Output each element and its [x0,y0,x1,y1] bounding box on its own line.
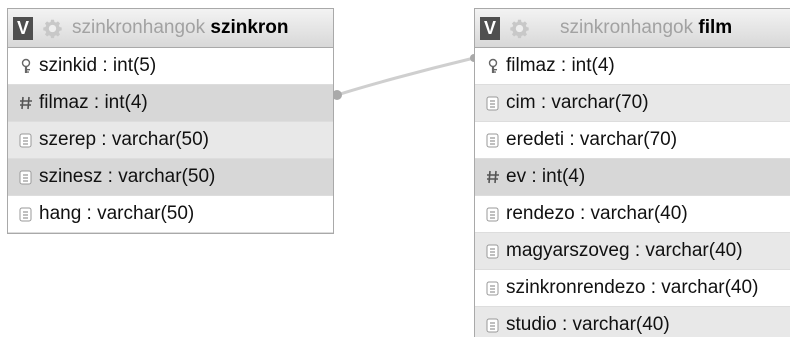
column-row[interactable]: szinkronrendezo : varchar(40) [475,270,790,307]
column-label: szinesz : varchar(50) [39,166,216,187]
table-name: szinkron [210,17,289,38]
column-row[interactable]: filmaz : int(4) [8,85,333,122]
column-row[interactable]: filmaz : int(4) [475,48,790,85]
column-row[interactable]: studio : varchar(40) [475,307,790,337]
text-column-icon [484,206,501,223]
column-row[interactable]: szerep : varchar(50) [8,122,333,159]
column-label: hang : varchar(50) [39,203,195,224]
column-label: rendezo : varchar(40) [506,203,688,224]
column-label: szinkronrendezo : varchar(40) [506,277,759,298]
database-diagram-canvas: V szinkronhangok szinkron szinkid: int(… [0,0,790,337]
text-column-icon [484,317,501,334]
hash-icon [17,95,34,112]
table-szinkron[interactable]: V szinkronhangok szinkron szinkid: int(… [7,8,334,234]
relation-line [336,56,475,97]
gear-icon[interactable] [41,17,64,40]
text-column-icon [484,132,501,149]
column-row[interactable]: rendezo : varchar(40) [475,196,790,233]
column-label: cim : varchar(70) [506,92,649,113]
v-badge-icon[interactable]: V [480,16,500,40]
text-column-icon [484,95,501,112]
database-name: szinkronhangok [560,17,694,38]
gear-icon[interactable] [508,17,531,40]
table-title: szinkronhangok film [560,17,732,39]
table-name: film [698,17,733,38]
table-header[interactable]: V szinkronhangok szinkron [8,9,333,48]
column-label: ev : int(4) [506,166,586,187]
column-label: szinkid : int(5) [39,55,157,76]
column-row[interactable]: magyarszoveg : varchar(40) [475,233,790,270]
text-column-icon [484,243,501,260]
column-row[interactable]: szinkid : int(5) [8,48,333,85]
database-name: szinkronhangok [72,17,206,38]
column-label: studio : varchar(40) [506,314,670,335]
column-label: eredeti : varchar(70) [506,129,678,150]
hash-icon [484,169,501,186]
v-badge-icon[interactable]: V [13,16,33,40]
key-icon [17,58,34,75]
column-row[interactable]: ev : int(4) [475,159,790,196]
column-label: filmaz : int(4) [506,55,615,76]
column-row[interactable]: szinesz : varchar(50) [8,159,333,196]
text-column-icon [484,280,501,297]
text-column-icon [17,132,34,149]
text-column-icon [17,206,34,223]
column-label: filmaz : int(4) [39,92,148,113]
table-film[interactable]: V szinkronhangok film filmaz: int(4) ci… [474,8,790,337]
text-column-icon [17,169,34,186]
column-row[interactable]: hang : varchar(50) [8,196,333,233]
column-row[interactable]: eredeti : varchar(70) [475,122,790,159]
key-icon [484,58,501,75]
table-title: szinkronhangok szinkron [72,17,289,39]
table-header[interactable]: V szinkronhangok film [475,9,790,48]
column-label: magyarszoveg : varchar(40) [506,240,743,261]
column-label: szerep : varchar(50) [39,129,210,150]
column-row[interactable]: cim : varchar(70) [475,85,790,122]
